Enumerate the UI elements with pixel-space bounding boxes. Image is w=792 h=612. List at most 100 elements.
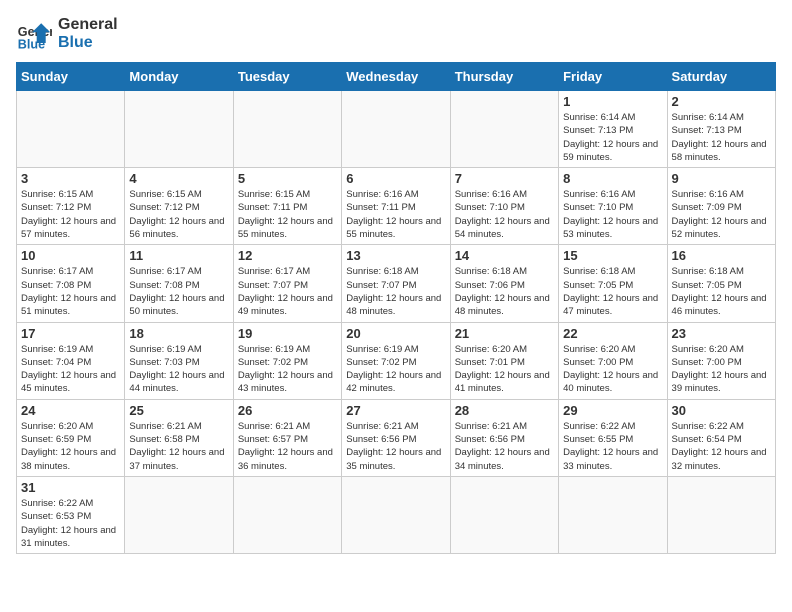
- calendar-cell: 24Sunrise: 6:20 AM Sunset: 6:59 PM Dayli…: [17, 399, 125, 476]
- col-header-saturday: Saturday: [667, 63, 775, 91]
- day-number: 13: [346, 248, 445, 263]
- day-info: Sunrise: 6:22 AM Sunset: 6:54 PM Dayligh…: [672, 420, 771, 473]
- calendar-week-row: 1 Sunrise: 6:14 AM Sunset: 7:13 PM Daylig…: [17, 91, 776, 168]
- day-number: 6: [346, 171, 445, 186]
- day-number: 29: [563, 403, 662, 418]
- day-info: Sunrise: 6:20 AM Sunset: 7:01 PM Dayligh…: [455, 343, 554, 396]
- calendar-cell: 19 Sunrise: 6:19 AM Sunset: 7:02 PM Dayli…: [233, 322, 341, 399]
- col-header-sunday: Sunday: [17, 63, 125, 91]
- logo-blue-text: Blue: [58, 34, 118, 52]
- calendar-cell: 10 Sunrise: 6:17 AM Sunset: 7:08 PM Dayli…: [17, 245, 125, 322]
- col-header-thursday: Thursday: [450, 63, 558, 91]
- calendar-cell: 8Sunrise: 6:16 AM Sunset: 7:10 PM Daylig…: [559, 168, 667, 245]
- calendar-cell: 3 Sunrise: 6:15 AM Sunset: 7:12 PM Daylig…: [17, 168, 125, 245]
- day-number: 1: [563, 94, 662, 109]
- calendar-cell: 1 Sunrise: 6:14 AM Sunset: 7:13 PM Daylig…: [559, 91, 667, 168]
- day-number: 9: [672, 171, 771, 186]
- calendar-cell: 21 Sunrise: 6:20 AM Sunset: 7:01 PM Dayli…: [450, 322, 558, 399]
- calendar-week-row: 24Sunrise: 6:20 AM Sunset: 6:59 PM Dayli…: [17, 399, 776, 476]
- calendar-cell: 16Sunrise: 6:18 AM Sunset: 7:05 PM Dayli…: [667, 245, 775, 322]
- calendar-cell: 11 Sunrise: 6:17 AM Sunset: 7:08 PM Dayli…: [125, 245, 233, 322]
- day-number: 2: [672, 94, 771, 109]
- day-info: Sunrise: 6:19 AM Sunset: 7:02 PM Dayligh…: [238, 343, 337, 396]
- calendar-cell: 22Sunrise: 6:20 AM Sunset: 7:00 PM Dayli…: [559, 322, 667, 399]
- day-info: Sunrise: 6:19 AM Sunset: 7:02 PM Dayligh…: [346, 343, 445, 396]
- day-number: 21: [455, 326, 554, 341]
- day-number: 5: [238, 171, 337, 186]
- day-info: Sunrise: 6:21 AM Sunset: 6:56 PM Dayligh…: [346, 420, 445, 473]
- calendar-cell: [233, 476, 341, 553]
- day-number: 4: [129, 171, 228, 186]
- day-info: Sunrise: 6:18 AM Sunset: 7:05 PM Dayligh…: [563, 265, 662, 318]
- day-info: Sunrise: 6:20 AM Sunset: 7:00 PM Dayligh…: [672, 343, 771, 396]
- day-info: Sunrise: 6:15 AM Sunset: 7:12 PM Dayligh…: [21, 188, 120, 241]
- col-header-tuesday: Tuesday: [233, 63, 341, 91]
- day-number: 3: [21, 171, 120, 186]
- day-info: Sunrise: 6:21 AM Sunset: 6:56 PM Dayligh…: [455, 420, 554, 473]
- day-info: Sunrise: 6:19 AM Sunset: 7:04 PM Dayligh…: [21, 343, 120, 396]
- day-number: 17: [21, 326, 120, 341]
- day-info: Sunrise: 6:19 AM Sunset: 7:03 PM Dayligh…: [129, 343, 228, 396]
- day-info: Sunrise: 6:21 AM Sunset: 6:58 PM Dayligh…: [129, 420, 228, 473]
- day-info: Sunrise: 6:17 AM Sunset: 7:07 PM Dayligh…: [238, 265, 337, 318]
- calendar-cell: 7Sunrise: 6:16 AM Sunset: 7:10 PM Daylig…: [450, 168, 558, 245]
- calendar-header-row: SundayMondayTuesdayWednesdayThursdayFrid…: [17, 63, 776, 91]
- day-info: Sunrise: 6:22 AM Sunset: 6:55 PM Dayligh…: [563, 420, 662, 473]
- day-number: 11: [129, 248, 228, 263]
- day-number: 23: [672, 326, 771, 341]
- calendar-cell: 31 Sunrise: 6:22 AM Sunset: 6:53 PM Dayli…: [17, 476, 125, 553]
- day-number: 15: [563, 248, 662, 263]
- day-info: Sunrise: 6:14 AM Sunset: 7:13 PM Dayligh…: [563, 111, 662, 164]
- day-info: Sunrise: 6:16 AM Sunset: 7:10 PM Dayligh…: [455, 188, 554, 241]
- calendar-cell: 27 Sunrise: 6:21 AM Sunset: 6:56 PM Dayli…: [342, 399, 450, 476]
- day-info: Sunrise: 6:17 AM Sunset: 7:08 PM Dayligh…: [129, 265, 228, 318]
- calendar-cell: [559, 476, 667, 553]
- calendar-cell: 20Sunrise: 6:19 AM Sunset: 7:02 PM Dayli…: [342, 322, 450, 399]
- calendar-cell: 4 Sunrise: 6:15 AM Sunset: 7:12 PM Daylig…: [125, 168, 233, 245]
- col-header-monday: Monday: [125, 63, 233, 91]
- day-info: Sunrise: 6:15 AM Sunset: 7:12 PM Dayligh…: [129, 188, 228, 241]
- day-number: 10: [21, 248, 120, 263]
- day-number: 24: [21, 403, 120, 418]
- day-number: 8: [563, 171, 662, 186]
- calendar-cell: 15 Sunrise: 6:18 AM Sunset: 7:05 PM Dayli…: [559, 245, 667, 322]
- day-info: Sunrise: 6:16 AM Sunset: 7:11 PM Dayligh…: [346, 188, 445, 241]
- calendar-cell: [450, 91, 558, 168]
- day-number: 19: [238, 326, 337, 341]
- calendar-cell: [667, 476, 775, 553]
- calendar-cell: 14 Sunrise: 6:18 AM Sunset: 7:06 PM Dayli…: [450, 245, 558, 322]
- day-info: Sunrise: 6:22 AM Sunset: 6:53 PM Dayligh…: [21, 497, 120, 550]
- calendar-cell: [125, 91, 233, 168]
- calendar-cell: [17, 91, 125, 168]
- day-number: 28: [455, 403, 554, 418]
- day-number: 18: [129, 326, 228, 341]
- day-info: Sunrise: 6:15 AM Sunset: 7:11 PM Dayligh…: [238, 188, 337, 241]
- calendar-cell: 6 Sunrise: 6:16 AM Sunset: 7:11 PM Daylig…: [342, 168, 450, 245]
- calendar-cell: [342, 476, 450, 553]
- day-number: 27: [346, 403, 445, 418]
- calendar-cell: 2 Sunrise: 6:14 AM Sunset: 7:13 PM Daylig…: [667, 91, 775, 168]
- day-info: Sunrise: 6:14 AM Sunset: 7:13 PM Dayligh…: [672, 111, 771, 164]
- col-header-wednesday: Wednesday: [342, 63, 450, 91]
- calendar-cell: 13Sunrise: 6:18 AM Sunset: 7:07 PM Dayli…: [342, 245, 450, 322]
- day-number: 25: [129, 403, 228, 418]
- day-number: 12: [238, 248, 337, 263]
- calendar-cell: [450, 476, 558, 553]
- calendar-cell: 23 Sunrise: 6:20 AM Sunset: 7:00 PM Dayli…: [667, 322, 775, 399]
- calendar-week-row: 17 Sunrise: 6:19 AM Sunset: 7:04 PM Dayli…: [17, 322, 776, 399]
- calendar-cell: [233, 91, 341, 168]
- day-number: 26: [238, 403, 337, 418]
- day-number: 31: [21, 480, 120, 495]
- calendar-cell: [342, 91, 450, 168]
- day-info: Sunrise: 6:21 AM Sunset: 6:57 PM Dayligh…: [238, 420, 337, 473]
- calendar-cell: 25 Sunrise: 6:21 AM Sunset: 6:58 PM Dayli…: [125, 399, 233, 476]
- calendar-table: SundayMondayTuesdayWednesdayThursdayFrid…: [16, 62, 776, 554]
- calendar-cell: 28 Sunrise: 6:21 AM Sunset: 6:56 PM Dayli…: [450, 399, 558, 476]
- calendar-cell: 17 Sunrise: 6:19 AM Sunset: 7:04 PM Dayli…: [17, 322, 125, 399]
- calendar-cell: 18 Sunrise: 6:19 AM Sunset: 7:03 PM Dayli…: [125, 322, 233, 399]
- calendar-week-row: 31 Sunrise: 6:22 AM Sunset: 6:53 PM Dayli…: [17, 476, 776, 553]
- day-number: 14: [455, 248, 554, 263]
- logo: General Blue General Blue: [16, 16, 118, 52]
- day-info: Sunrise: 6:18 AM Sunset: 7:06 PM Dayligh…: [455, 265, 554, 318]
- day-info: Sunrise: 6:17 AM Sunset: 7:08 PM Dayligh…: [21, 265, 120, 318]
